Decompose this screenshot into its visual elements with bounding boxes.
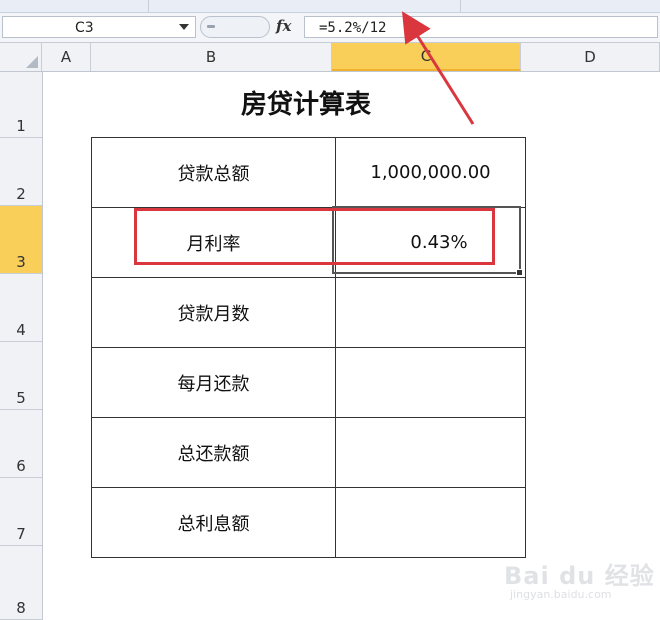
ribbon-separator	[460, 0, 461, 12]
table-row: 贷款月数	[91, 277, 526, 348]
column-header-d[interactable]: D	[521, 43, 660, 71]
worksheet-area[interactable]: 房贷计算表 贷款总额 1,000,000.00 月利率 0.43% 贷款月数 每…	[43, 72, 660, 620]
row-header-7[interactable]: 7	[0, 478, 42, 546]
name-box-value: C3	[75, 20, 94, 36]
formula-text: =5.2%/12	[319, 20, 387, 36]
row-header-3[interactable]: 3	[0, 206, 42, 274]
column-header-a[interactable]: A	[42, 43, 91, 71]
watermark-url: jingyan.baidu.com	[510, 588, 612, 601]
row-header-4[interactable]: 4	[0, 274, 42, 342]
row-header-column: 1 2 3 4 5 6 7 8	[0, 72, 43, 620]
cell-c7[interactable]	[335, 487, 526, 558]
cell-b6[interactable]: 总还款额	[91, 417, 336, 488]
table-row: 总还款额	[91, 417, 526, 488]
select-all-triangle-icon	[26, 56, 38, 68]
formula-bar-collapse-button[interactable]	[200, 16, 270, 38]
formula-input[interactable]: =5.2%/12	[304, 16, 658, 38]
column-header-c[interactable]: C	[332, 43, 521, 71]
cell-b2[interactable]: 贷款总额	[91, 137, 336, 208]
column-header-row: A B C D	[0, 43, 660, 72]
cell-b4[interactable]: 贷款月数	[91, 277, 336, 348]
column-header-b[interactable]: B	[91, 43, 332, 71]
fill-handle[interactable]	[516, 269, 523, 276]
cell-b5[interactable]: 每月还款	[91, 347, 336, 418]
row-header-5[interactable]: 5	[0, 342, 42, 410]
table-row: 总利息额	[91, 487, 526, 558]
table-row: 贷款总额 1,000,000.00	[91, 137, 526, 208]
ribbon-strip	[0, 0, 660, 13]
select-all-button[interactable]	[0, 43, 42, 71]
loan-table: 贷款总额 1,000,000.00 月利率 0.43% 贷款月数 每月还款 总还…	[91, 137, 526, 558]
watermark-logo: Bai du 经验	[504, 562, 655, 590]
row-header-6[interactable]: 6	[0, 410, 42, 478]
row-header-8[interactable]: 8	[0, 546, 42, 620]
watermark: Bai du 经验 jingyan.baidu.com	[500, 548, 660, 612]
name-box[interactable]: C3	[2, 16, 196, 38]
table-row: 每月还款	[91, 347, 526, 418]
cell-b7[interactable]: 总利息额	[91, 487, 336, 558]
cell-c5[interactable]	[335, 347, 526, 418]
insert-function-button[interactable]: fx	[276, 17, 291, 35]
annotation-highlight-box	[134, 208, 495, 265]
cell-c2[interactable]: 1,000,000.00	[335, 137, 526, 208]
formula-bar: C3 fx =5.2%/12	[0, 13, 660, 43]
cell-c4[interactable]	[335, 277, 526, 348]
chevron-down-icon[interactable]	[179, 24, 189, 30]
row-header-2[interactable]: 2	[0, 138, 42, 206]
sheet-title[interactable]: 房贷计算表	[91, 84, 521, 121]
row-header-1[interactable]: 1	[0, 72, 42, 138]
cell-c6[interactable]	[335, 417, 526, 488]
minus-icon	[207, 25, 215, 28]
ribbon-separator	[148, 0, 149, 12]
